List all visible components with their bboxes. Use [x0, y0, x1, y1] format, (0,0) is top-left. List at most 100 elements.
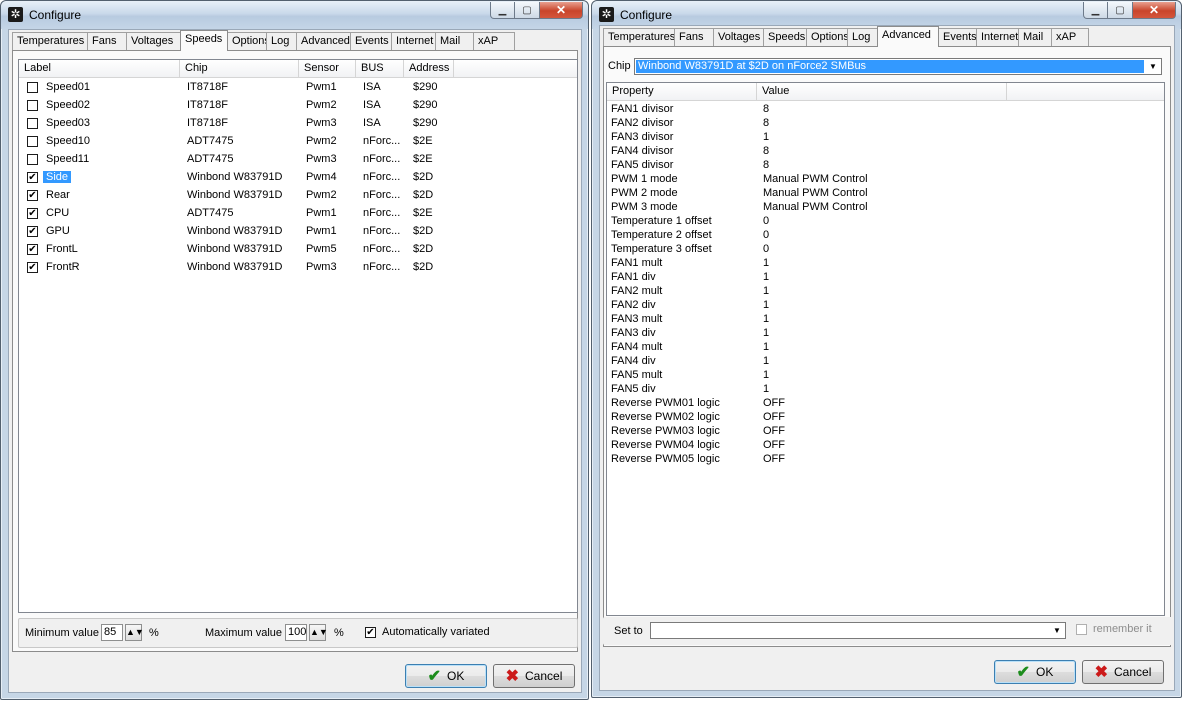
column-header-chip[interactable]: Chip — [180, 60, 299, 77]
row-checkbox[interactable]: ✔ — [27, 262, 38, 273]
tab-xap[interactable]: xAP — [1051, 28, 1089, 46]
table-row[interactable]: ✔ CPU ADT7475 Pwm1 nForc... $2E — [19, 204, 577, 222]
column-header-property[interactable]: Property — [607, 83, 757, 100]
list-item[interactable]: Reverse PWM04 logic OFF — [611, 438, 1164, 452]
tab-mail[interactable]: Mail — [1018, 28, 1052, 46]
table-row[interactable]: ✔ Rear Winbond W83791D Pwm2 nForc... $2D — [19, 186, 577, 204]
minimize-icon[interactable]: ▁ — [490, 2, 515, 19]
column-header-address[interactable]: Address — [404, 60, 454, 77]
list-item[interactable]: FAN2 div 1 — [611, 298, 1164, 312]
tab-log[interactable]: Log — [847, 28, 878, 46]
properties-list[interactable]: Property Value FAN1 divisor 8 FAN2 divisor… — [606, 82, 1165, 616]
chevron-down-icon[interactable]: ▼ — [1049, 623, 1065, 638]
list-item[interactable]: FAN5 divisor 8 — [611, 158, 1164, 172]
table-row[interactable]: Speed03 IT8718F Pwm3 ISA $290 — [19, 114, 577, 132]
chevron-down-icon[interactable]: ▼ — [1145, 59, 1161, 74]
tab-advanced[interactable]: Advanced — [296, 32, 351, 50]
min-value-input[interactable]: 85 — [101, 624, 123, 641]
list-item[interactable]: FAN4 mult 1 — [611, 340, 1164, 354]
row-checkbox[interactable]: ✔ — [27, 190, 38, 201]
tab-voltages[interactable]: Voltages — [126, 32, 181, 50]
tab-internet[interactable]: Internet — [976, 28, 1019, 46]
column-header-value[interactable]: Value — [757, 83, 1007, 100]
table-row[interactable]: ✔ FrontL Winbond W83791D Pwm5 nForc... $2D — [19, 240, 577, 258]
minimize-icon[interactable]: ▁ — [1083, 2, 1108, 19]
table-row[interactable]: ✔ Side Winbond W83791D Pwm4 nForc... $2D — [19, 168, 577, 186]
list-item[interactable]: PWM 2 mode Manual PWM Control — [611, 186, 1164, 200]
list-item[interactable]: Temperature 3 offset 0 — [611, 242, 1164, 256]
tab-mail[interactable]: Mail — [435, 32, 474, 50]
column-header-bus[interactable]: BUS — [356, 60, 404, 77]
row-checkbox[interactable]: ✔ — [27, 244, 38, 255]
remember-it-checkbox[interactable] — [1076, 624, 1087, 635]
list-item[interactable]: PWM 3 mode Manual PWM Control — [611, 200, 1164, 214]
list-item[interactable]: Temperature 2 offset 0 — [611, 228, 1164, 242]
column-header-label[interactable]: Label — [19, 60, 180, 77]
row-checkbox[interactable] — [27, 82, 38, 93]
list-item[interactable]: Reverse PWM03 logic OFF — [611, 424, 1164, 438]
list-item[interactable]: FAN1 divisor 8 — [611, 102, 1164, 116]
chip-select[interactable]: Winbond W83791D at $2D on nForce2 SMBus … — [634, 58, 1162, 75]
tab-fans[interactable]: Fans — [674, 28, 714, 46]
auto-variated-checkbox[interactable]: ✔ — [365, 627, 376, 638]
list-item[interactable]: Reverse PWM05 logic OFF — [611, 452, 1164, 466]
row-checkbox[interactable] — [27, 118, 38, 129]
list-item[interactable]: FAN5 mult 1 — [611, 368, 1164, 382]
table-row[interactable]: Speed10 ADT7475 Pwm2 nForc... $2E — [19, 132, 577, 150]
list-item[interactable]: FAN3 divisor 1 — [611, 130, 1164, 144]
row-checkbox[interactable] — [27, 100, 38, 111]
list-item[interactable]: FAN1 div 1 — [611, 270, 1164, 284]
tab-log[interactable]: Log — [266, 32, 297, 50]
table-row[interactable]: Speed11 ADT7475 Pwm3 nForc... $2E — [19, 150, 577, 168]
row-checkbox[interactable] — [27, 136, 38, 147]
list-item[interactable]: Temperature 1 offset 0 — [611, 214, 1164, 228]
cancel-button[interactable]: ✖ Cancel — [1082, 660, 1164, 684]
max-value-input[interactable]: 100 — [285, 624, 307, 641]
tab-fans[interactable]: Fans — [87, 32, 127, 50]
tab-options[interactable]: Options — [806, 28, 849, 46]
row-checkbox[interactable]: ✔ — [27, 226, 38, 237]
list-item[interactable]: FAN2 divisor 8 — [611, 116, 1164, 130]
tab-speeds[interactable]: Speeds — [180, 30, 228, 51]
list-item[interactable]: Reverse PWM02 logic OFF — [611, 410, 1164, 424]
tab-advanced[interactable]: Advanced — [877, 26, 939, 47]
list-item[interactable]: FAN3 div 1 — [611, 326, 1164, 340]
column-header-sensor[interactable]: Sensor — [299, 60, 356, 77]
tab-xap[interactable]: xAP — [473, 32, 515, 50]
table-row[interactable]: Speed02 IT8718F Pwm2 ISA $290 — [19, 96, 577, 114]
tab-internet[interactable]: Internet — [391, 32, 436, 50]
table-row[interactable]: ✔ GPU Winbond W83791D Pwm1 nForc... $2D — [19, 222, 577, 240]
maximize-icon[interactable]: ▢ — [1108, 2, 1133, 19]
title-bar[interactable]: ✲ Configure ▁ ▢ ✕ — [1, 1, 588, 29]
maximize-icon[interactable]: ▢ — [515, 2, 540, 19]
set-to-select[interactable]: ▼ — [650, 622, 1066, 639]
close-icon[interactable]: ✕ — [540, 2, 583, 19]
tab-voltages[interactable]: Voltages — [713, 28, 764, 46]
row-checkbox[interactable]: ✔ — [27, 208, 38, 219]
list-item[interactable]: FAN3 mult 1 — [611, 312, 1164, 326]
row-checkbox[interactable] — [27, 154, 38, 165]
list-item[interactable]: PWM 1 mode Manual PWM Control — [611, 172, 1164, 186]
tab-temperatures[interactable]: Temperatures — [12, 32, 88, 50]
list-item[interactable]: FAN4 div 1 — [611, 354, 1164, 368]
tab-speeds[interactable]: Speeds — [763, 28, 807, 46]
tab-events[interactable]: Events — [350, 32, 392, 50]
tab-events[interactable]: Events — [938, 28, 977, 46]
min-value-spinner[interactable]: ▲▼ — [125, 624, 144, 641]
speeds-list[interactable]: Label Chip Sensor BUS Address Speed01 IT8718F… — [18, 59, 578, 613]
ok-button[interactable]: ✔ OK — [405, 664, 487, 688]
list-item[interactable]: FAN1 mult 1 — [611, 256, 1164, 270]
table-row[interactable]: ✔ FrontR Winbond W83791D Pwm3 nForc... $2D — [19, 258, 577, 276]
tab-options[interactable]: Options — [227, 32, 270, 50]
list-item[interactable]: FAN5 div 1 — [611, 382, 1164, 396]
cancel-button[interactable]: ✖ Cancel — [493, 664, 575, 688]
list-item[interactable]: Reverse PWM01 logic OFF — [611, 396, 1164, 410]
row-checkbox[interactable]: ✔ — [27, 172, 38, 183]
close-icon[interactable]: ✕ — [1133, 2, 1176, 19]
tab-temperatures[interactable]: Temperatures — [603, 28, 675, 46]
max-value-spinner[interactable]: ▲▼ — [309, 624, 328, 641]
list-item[interactable]: FAN4 divisor 8 — [611, 144, 1164, 158]
ok-button[interactable]: ✔ OK — [994, 660, 1076, 684]
table-row[interactable]: Speed01 IT8718F Pwm1 ISA $290 — [19, 78, 577, 96]
list-item[interactable]: FAN2 mult 1 — [611, 284, 1164, 298]
